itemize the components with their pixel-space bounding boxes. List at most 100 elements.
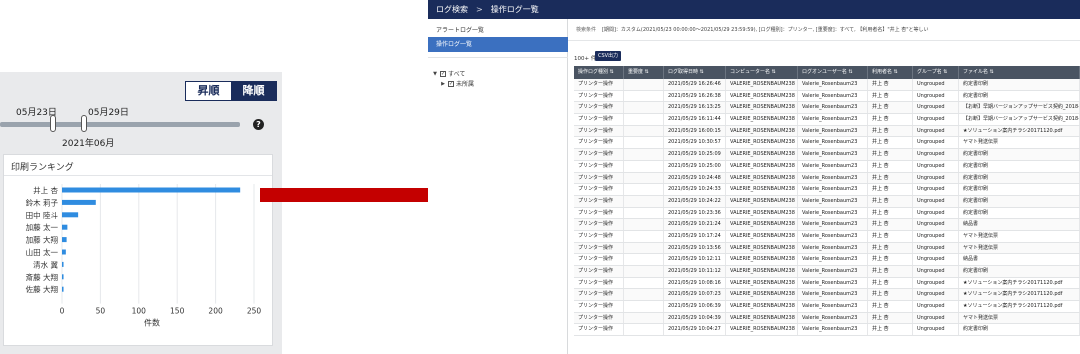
table-cell: 2021/05/29 10:23:36 — [664, 207, 726, 219]
sort-order-toggle[interactable]: 昇順 降順 — [185, 81, 277, 101]
table-cell: 2021/05/29 10:24:48 — [664, 172, 726, 184]
table-cell: Valerie_Rosenbaum23 — [798, 195, 868, 207]
y-category-label: 加藤 太一 — [26, 222, 59, 232]
table-cell: 井上 杏 — [868, 90, 913, 102]
table-row[interactable]: プリンター操作 2021/05/29 10:07:23 VALERIE_ROSENB… — [574, 289, 1080, 302]
checkbox-icon[interactable]: ✓ — [448, 80, 454, 87]
table-row[interactable]: プリンター操作 2021/05/29 10:25:09 VALERIE_ROSENB… — [574, 149, 1080, 161]
table-row[interactable]: プリンター操作 2021/05/29 10:25:00 VALERIE_ROSENB… — [574, 160, 1080, 173]
table-cell: 約定書印刷 — [959, 184, 1080, 195]
table-row[interactable]: プリンター操作 2021/05/29 16:11:44 VALERIE_ROSENB… — [574, 114, 1080, 126]
slider-end-handle[interactable] — [81, 115, 87, 132]
table-cell: 2021/05/29 10:21:24 — [664, 219, 726, 230]
table-cell: VALERIE_ROSENBAUM238 — [726, 289, 798, 301]
table-cell: 井上 杏 — [868, 266, 913, 277]
y-category-label: 斎藤 大翔 — [26, 272, 58, 282]
question-circle-icon[interactable]: ? — [253, 119, 264, 130]
column-header[interactable]: ログ取得日時 ⇅ — [664, 66, 726, 79]
table-row[interactable]: プリンター操作 2021/05/29 16:26:46 VALERIE_ROSENB… — [574, 79, 1080, 91]
column-header[interactable]: ファイル名 ⇅ — [959, 66, 1080, 79]
table-cell: 井上 杏 — [868, 219, 913, 230]
table-cell: Valerie_Rosenbaum23 — [798, 289, 868, 301]
table-cell: プリンター操作 — [574, 301, 624, 312]
table-row[interactable]: プリンター操作 2021/05/29 10:24:22 VALERIE_ROSENB… — [574, 195, 1080, 208]
table-cell: 井上 杏 — [868, 242, 913, 254]
ranking-bar — [62, 224, 68, 230]
table-row[interactable]: プリンター操作 2021/05/29 10:12:11 VALERIE_ROSENB… — [574, 254, 1080, 266]
column-header[interactable]: 重要度 ⇅ — [624, 66, 664, 79]
chevron-right-icon[interactable]: ▶ — [440, 81, 446, 87]
table-cell — [624, 277, 664, 289]
table-cell: Ungrouped — [913, 137, 959, 149]
table-cell: Valerie_Rosenbaum23 — [798, 301, 868, 312]
table-cell: Valerie_Rosenbaum23 — [798, 160, 868, 172]
checkbox-icon[interactable]: ✓ — [440, 70, 446, 77]
tree-label-unassigned: 未所属 — [456, 81, 475, 88]
table-row[interactable]: プリンター操作 2021/05/29 10:08:16 VALERIE_ROSENB… — [574, 277, 1080, 290]
table-cell: Ungrouped — [913, 160, 959, 172]
slider-start-handle[interactable] — [50, 115, 56, 132]
table-cell: 2021/05/29 10:13:56 — [664, 242, 726, 254]
x-tick-label: 200 — [208, 307, 223, 316]
table-cell: 井上 杏 — [868, 149, 913, 160]
table-cell: 2021/05/29 16:26:46 — [664, 79, 726, 90]
table-cell — [624, 266, 664, 277]
table-row[interactable]: プリンター操作 2021/05/29 10:06:39 VALERIE_ROSENB… — [574, 301, 1080, 313]
table-row[interactable]: プリンター操作 2021/05/29 10:23:36 VALERIE_ROSENB… — [574, 207, 1080, 220]
table-row[interactable]: プリンター操作 2021/05/29 16:00:15 VALERIE_ROSENB… — [574, 125, 1080, 138]
table-cell: Ungrouped — [913, 172, 959, 184]
column-header[interactable]: 利用者名 ⇅ — [868, 66, 913, 79]
chevron-down-icon[interactable]: ▼ — [432, 71, 438, 77]
column-header[interactable]: 操作ログ種別 ⇅ — [574, 66, 624, 79]
table-cell: 約定書印刷 — [959, 195, 1080, 207]
table-row[interactable]: プリンター操作 2021/05/29 10:24:48 VALERIE_ROSENB… — [574, 172, 1080, 185]
sidebar-item-alert-log[interactable]: アラートログ一覧 — [428, 23, 568, 38]
table-cell: プリンター操作 — [574, 254, 624, 265]
tree-node-unassigned[interactable]: ▶ ✓ 未所属 — [440, 79, 474, 88]
ranking-bar — [62, 199, 96, 205]
table-row[interactable]: プリンター操作 2021/05/29 10:04:39 VALERIE_ROSENB… — [574, 312, 1080, 325]
table-cell: VALERIE_ROSENBAUM238 — [726, 324, 798, 336]
table-row[interactable]: プリンター操作 2021/05/29 16:26:38 VALERIE_ROSENB… — [574, 90, 1080, 103]
table-row[interactable]: プリンター操作 2021/05/29 16:13:25 VALERIE_ROSENB… — [574, 102, 1080, 115]
csv-export-button[interactable]: CSV出力 — [595, 51, 621, 61]
table-cell: プリンター操作 — [574, 266, 624, 277]
table-cell: ★ソリューション案内チラシ20171120.pdf — [959, 289, 1080, 301]
sort-ascending-button[interactable]: 昇順 — [186, 82, 231, 100]
y-category-label: 佐藤 大翔 — [26, 284, 58, 294]
breadcrumb-root[interactable]: ログ検索 — [436, 5, 468, 14]
table-row[interactable]: プリンター操作 2021/05/29 10:21:24 VALERIE_ROSENB… — [574, 219, 1080, 231]
table-cell: 約定書印刷 — [959, 172, 1080, 184]
conditions-text: [期間]：カスタム(2021/05/23 00:00:00～2021/05/29… — [602, 27, 929, 33]
table-row[interactable]: プリンター操作 2021/05/29 10:04:27 VALERIE_ROSENB… — [574, 324, 1080, 337]
column-header[interactable]: ログオンユーザー名 ⇅ — [798, 66, 868, 79]
table-row[interactable]: プリンター操作 2021/05/29 10:30:57 VALERIE_ROSENB… — [574, 137, 1080, 150]
table-cell: 2021/05/29 10:12:11 — [664, 254, 726, 265]
table-row[interactable]: プリンター操作 2021/05/29 10:13:56 VALERIE_ROSENB… — [574, 242, 1080, 255]
y-category-label: 清水 翼 — [33, 259, 58, 269]
table-cell: 井上 杏 — [868, 102, 913, 114]
table-row[interactable]: プリンター操作 2021/05/29 10:24:33 VALERIE_ROSENB… — [574, 184, 1080, 196]
table-cell — [624, 301, 664, 312]
table-cell: 2021/05/29 10:24:33 — [664, 184, 726, 195]
ranking-bar — [62, 261, 64, 267]
table-row[interactable]: プリンター操作 2021/05/29 10:11:12 VALERIE_ROSENB… — [574, 266, 1080, 278]
column-header[interactable]: コンピューター名 ⇅ — [726, 66, 798, 79]
table-cell: Valerie_Rosenbaum23 — [798, 114, 868, 125]
sort-descending-button[interactable]: 降順 — [231, 82, 276, 100]
table-cell: Valerie_Rosenbaum23 — [798, 102, 868, 114]
x-tick-label: 250 — [247, 307, 262, 316]
tree-node-all[interactable]: ▼ ✓ すべて — [432, 69, 465, 78]
y-category-label: 田中 陸斗 — [26, 210, 59, 220]
ranking-bar — [62, 274, 64, 280]
table-row[interactable]: プリンター操作 2021/05/29 10:17:24 VALERIE_ROSENB… — [574, 230, 1080, 243]
table-cell: Valerie_Rosenbaum23 — [798, 137, 868, 149]
table-cell — [624, 149, 664, 160]
table-cell — [624, 172, 664, 184]
table-cell: Valerie_Rosenbaum23 — [798, 149, 868, 160]
column-header[interactable]: グループ名 ⇅ — [913, 66, 959, 79]
table-cell: 2021/05/29 10:17:24 — [664, 230, 726, 242]
sidebar-item-operation-log[interactable]: 操作ログ一覧 — [428, 37, 568, 52]
table-cell: Valerie_Rosenbaum23 — [798, 219, 868, 230]
date-range-slider[interactable] — [0, 122, 240, 127]
